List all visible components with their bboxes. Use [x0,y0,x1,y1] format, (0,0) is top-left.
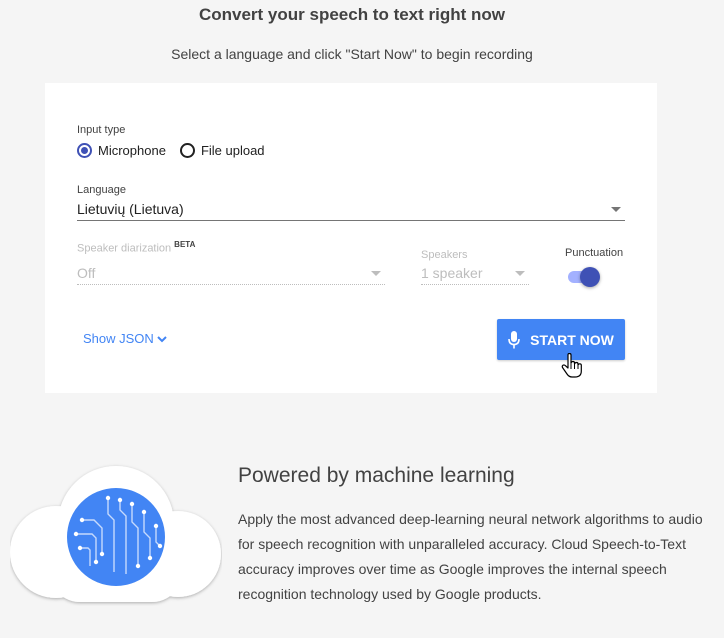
speakers-select[interactable]: 1 speaker [421,265,529,285]
show-json-label: Show JSON [83,331,154,346]
hand-pointer-cursor-icon [561,353,582,378]
speakers-label: Speakers [421,249,468,261]
file-upload-radio[interactable] [179,143,195,158]
language-label: Language [77,184,126,196]
chevron-down-icon [157,335,167,342]
input-type-radio-group: Microphone File upload [77,143,279,158]
start-now-label: START NOW [530,331,614,348]
punctuation-toggle[interactable] [566,267,600,287]
microphone-radio-label: Microphone [98,143,166,158]
page-title: Convert your speech to text right now [198,5,506,24]
speaker-diarization-select[interactable]: Off [77,265,385,285]
file-upload-radio-option[interactable]: File upload [179,143,265,158]
dropdown-arrow-icon [515,270,525,276]
feature-description: Apply the most advanced deep-learning ne… [238,511,703,602]
dropdown-arrow-icon [371,270,381,276]
microphone-radio-option[interactable]: Microphone [77,143,166,158]
microphone-radio[interactable] [77,143,92,158]
punctuation-toggle-thumb [580,267,600,287]
speech-demo-card: Input type Microphone File upload Langua… [45,83,657,393]
page-subtitle: Select a language and click "Start Now" … [171,46,533,62]
cloud-circuit-icon [10,466,221,602]
punctuation-label: Punctuation [565,247,624,259]
feature-title: Powered by machine learning [238,464,515,487]
language-select-value: Lietuvių (Lietuva) [77,201,184,217]
speaker-diarization-value: Off [77,265,96,281]
dropdown-arrow-icon [611,206,621,212]
speaker-diarization-label: Speaker diarization BETA [77,240,195,255]
microphone-icon [508,330,520,348]
file-upload-radio-label: File upload [200,143,265,158]
show-json-link[interactable]: Show JSON [83,331,168,346]
beta-badge: BETA [174,240,196,249]
cloud-circuit-illustration [10,462,222,611]
speakers-value: 1 speaker [421,265,483,281]
speaker-diarization-label-text: Speaker diarization [77,242,172,255]
language-select[interactable]: Lietuvių (Lietuva) [77,201,625,221]
input-type-label: Input type [77,124,126,136]
